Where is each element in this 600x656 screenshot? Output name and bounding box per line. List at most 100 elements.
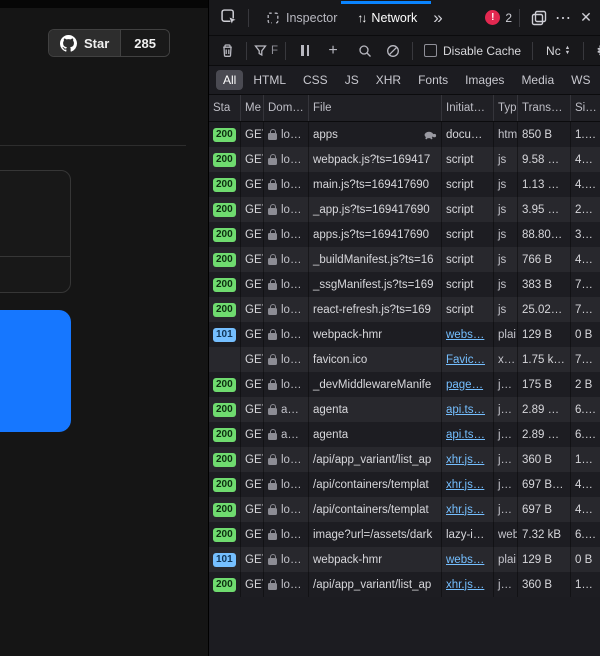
filter-tab-fonts[interactable]: Fonts (411, 70, 455, 90)
column-header[interactable]: Initiat… (442, 95, 494, 121)
status-badge: 200 (213, 503, 236, 517)
file-text: _buildManifest.js?ts=16 (313, 254, 434, 266)
tab-network[interactable]: ↑↓ Network (347, 0, 427, 35)
column-header[interactable]: Si… (571, 95, 600, 121)
request-row[interactable]: 200 GET lo… /api/containers/templat xhr.… (209, 497, 600, 522)
new-request-button[interactable]: + (321, 39, 345, 63)
domain-cell: lo… (264, 472, 309, 497)
split-console-button[interactable] (527, 6, 551, 30)
initiator-cell[interactable]: xhr.js… (446, 504, 484, 516)
column-header[interactable]: File (309, 95, 442, 121)
file-text: _ssgManifest.js?ts=169 (313, 279, 434, 291)
request-row[interactable]: 200 GET lo… _buildManifest.js?ts=16 scri… (209, 247, 600, 272)
clear-requests-button[interactable] (215, 39, 239, 63)
method-cell: GET (241, 572, 264, 597)
initiator-cell[interactable]: xhr.js… (446, 479, 484, 491)
size-cell: 4… (571, 147, 600, 172)
type-cell: j… (494, 447, 518, 472)
column-header[interactable]: Sta (209, 95, 241, 121)
request-row[interactable]: 200 GET lo… _ssgManifest.js?ts=169 scrip… (209, 272, 600, 297)
primary-blue-button[interactable] (0, 310, 71, 432)
request-row[interactable]: 200 GET lo… apps.js?ts=169417690 script … (209, 222, 600, 247)
transferred-cell: 7.32 kB (518, 522, 571, 547)
file-text: agenta (313, 429, 348, 441)
meatball-menu-button[interactable]: ⋯ (551, 6, 576, 30)
column-header[interactable]: Trans… (518, 95, 571, 121)
network-toolbar: F + Disable Cache Nc ▲▼ ⚙ (209, 36, 600, 66)
block-request-button[interactable] (381, 39, 405, 63)
filter-tab-html[interactable]: HTML (246, 70, 293, 90)
domain-cell: lo… (264, 572, 309, 597)
pause-icon (301, 45, 304, 56)
request-row[interactable]: 200 GET a… agenta api.ts… j… 2.89 … 6.… (209, 422, 600, 447)
tab-inspector[interactable]: Inspector (256, 0, 347, 35)
domain-cell: lo… (264, 497, 309, 522)
status-cell: 200 (209, 422, 241, 447)
star-count[interactable]: 285 (120, 30, 169, 56)
initiator-cell[interactable]: webs… (446, 329, 484, 341)
domain-text: lo… (281, 329, 301, 341)
request-row[interactable]: 200 GET a… agenta api.ts… j… 2.89 … 6.… (209, 397, 600, 422)
search-button[interactable] (353, 39, 377, 63)
filter-tab-ws[interactable]: WS (564, 70, 597, 90)
column-header[interactable]: Me (241, 95, 264, 121)
initiator-cell[interactable]: page… (446, 379, 483, 391)
network-settings-button[interactable]: ⚙ (591, 39, 600, 63)
filter-tab-media[interactable]: Media (514, 70, 561, 90)
disable-cache-control[interactable]: Disable Cache (424, 44, 521, 58)
initiator-cell[interactable]: webs… (446, 554, 484, 566)
throttling-select[interactable]: Nc ▲▼ (540, 44, 576, 58)
star-button-left[interactable]: Star (49, 30, 120, 56)
initiator-cell[interactable]: xhr.js… (446, 579, 484, 591)
request-row[interactable]: 200 GET lo… main.js?ts=169417690 script … (209, 172, 600, 197)
initiator-cell[interactable]: api.ts… (446, 429, 485, 441)
error-counter[interactable]: ! 2 (485, 10, 512, 25)
size-cell: 1.… (571, 122, 600, 147)
disable-cache-checkbox[interactable] (424, 44, 437, 57)
request-row[interactable]: GET lo… favicon.ico Favic… x… 1.75 k… 7… (209, 347, 600, 372)
transferred-cell: 9.58 … (518, 147, 571, 172)
close-devtools-button[interactable]: ✕ (576, 6, 600, 30)
request-row[interactable]: 200 GET lo… /api/containers/templat xhr.… (209, 472, 600, 497)
select-updown-icon: ▲▼ (565, 46, 570, 56)
request-row[interactable]: 101 GET lo… webpack-hmr webs… plai 129 B… (209, 322, 600, 347)
error-badge-icon: ! (485, 10, 500, 25)
status-badge: 200 (213, 378, 236, 392)
filter-tab-xhr[interactable]: XHR (369, 70, 408, 90)
status-badge: 200 (213, 228, 236, 242)
domain-cell: lo… (264, 297, 309, 322)
request-row[interactable]: 200 GET lo… /api/app_variant/list_ap xhr… (209, 572, 600, 597)
domain-text: a… (281, 429, 299, 441)
status-badge: 200 (213, 278, 236, 292)
filter-tab-images[interactable]: Images (458, 70, 511, 90)
status-badge: 200 (213, 303, 236, 317)
more-tabs-button[interactable]: » (427, 8, 448, 28)
filter-tab-all[interactable]: All (216, 70, 243, 90)
initiator-cell[interactable]: Favic… (446, 354, 485, 366)
method-cell: GET (241, 422, 264, 447)
request-row[interactable]: 200 GET lo… image?url=/assets/dark lazy-… (209, 522, 600, 547)
request-row[interactable]: 200 GET lo… apps docu… htm 850 B 1.… (209, 122, 600, 147)
pause-traffic-button[interactable] (293, 39, 317, 63)
filter-tab-js[interactable]: JS (338, 70, 366, 90)
request-row[interactable]: 200 GET lo… react-refresh.js?ts=169 scri… (209, 297, 600, 322)
filter-urls-input[interactable]: F (254, 39, 278, 63)
github-star-button[interactable]: Star 285 (48, 29, 170, 57)
request-row[interactable]: 200 GET lo… _app.js?ts=169417690 script … (209, 197, 600, 222)
request-row[interactable]: 200 GET lo… /api/app_variant/list_ap xhr… (209, 447, 600, 472)
column-header[interactable]: Typ (494, 95, 518, 121)
filter-tab-css[interactable]: CSS (296, 70, 335, 90)
pick-element-button[interactable] (217, 6, 241, 30)
domain-cell: a… (264, 397, 309, 422)
column-header[interactable]: Dom… (264, 95, 309, 121)
transferred-cell: 2.89 … (518, 422, 571, 447)
separator (532, 42, 533, 60)
request-row[interactable]: 200 GET lo… _devMiddlewareManife page… j… (209, 372, 600, 397)
initiator-cell: script (446, 279, 473, 291)
request-row[interactable]: 200 GET lo… webpack.js?ts=169417 script … (209, 147, 600, 172)
request-row[interactable]: 101 GET lo… webpack-hmr webs… plai 129 B… (209, 547, 600, 572)
file-cell: /api/app_variant/list_ap (309, 447, 442, 472)
initiator-cell[interactable]: api.ts… (446, 404, 485, 416)
initiator-cell[interactable]: xhr.js… (446, 454, 484, 466)
initiator-cell: script (446, 179, 473, 191)
